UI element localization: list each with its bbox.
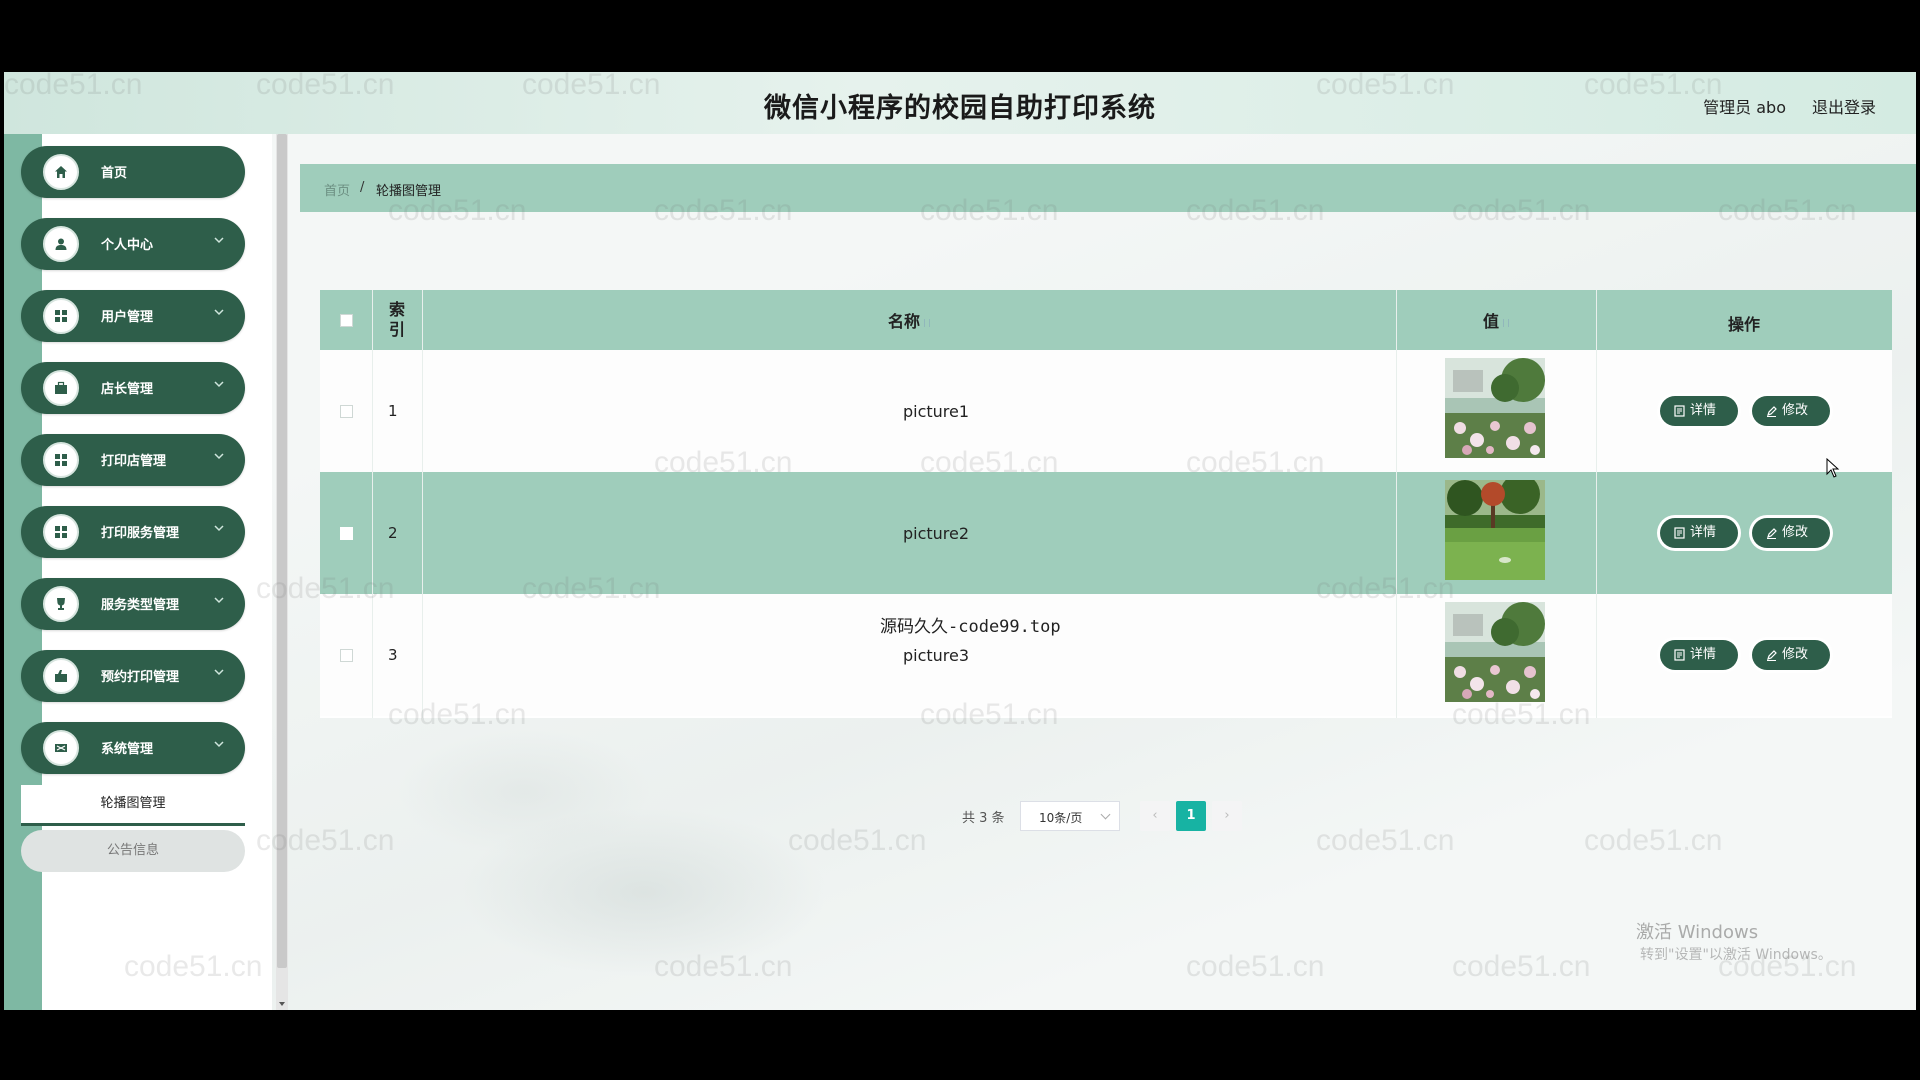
briefcase-icon [43, 658, 79, 694]
chevron-down-icon [214, 669, 224, 676]
sidebar-item-label: 系统管理 [101, 742, 154, 757]
breadcrumb-separator: / [360, 180, 365, 195]
breadcrumb-home-link[interactable]: 首页 [324, 180, 350, 199]
sidebar-item-print-shop-management[interactable]: 打印店管理 [21, 434, 245, 486]
column-header-index[interactable]: 索引 [372, 290, 422, 350]
admin-user-label: 管理员 abo [1703, 98, 1786, 117]
pencil-icon [1767, 406, 1777, 417]
prev-page-button[interactable]: ‹ [1140, 801, 1170, 831]
sidebar-item-service-type-management[interactable]: 服务类型管理 [21, 578, 245, 630]
sidebar-item-label: 用户管理 [101, 310, 154, 325]
page-number-button[interactable]: 1 [1176, 801, 1206, 831]
thumbnail-image [1445, 358, 1545, 458]
watermark: code51.cn [1452, 950, 1591, 983]
column-divider [1596, 290, 1597, 718]
document-icon [1674, 649, 1685, 661]
chevron-down-icon [214, 597, 224, 604]
chevron-down-icon [1100, 809, 1111, 820]
thumbnail-image [1445, 480, 1545, 580]
page-size-value: 10条/页 [1039, 811, 1083, 825]
column-header-actions: 操作 [1727, 315, 1760, 334]
name-header-label: 名称 [887, 312, 920, 331]
breadcrumb: 首页 / 轮播图管理 [300, 164, 1916, 212]
column-divider [422, 290, 423, 718]
pagination-total: 共 3 条 [962, 811, 1005, 826]
next-page-button[interactable]: › [1212, 801, 1242, 831]
table-header: 索引 名称 值 操作 [320, 290, 1892, 350]
select-all-checkbox[interactable] [340, 314, 353, 327]
watermark: code51.cn [788, 824, 927, 857]
grid-icon [43, 298, 79, 334]
chevron-down-icon [214, 381, 224, 388]
scrollbar-thumb[interactable] [277, 134, 287, 968]
edit-button[interactable]: 修改 [1752, 640, 1830, 670]
edit-button[interactable]: 修改 [1752, 396, 1830, 426]
column-header-name[interactable]: 名称 [422, 290, 1396, 350]
mouse-cursor-icon [1826, 458, 1840, 478]
table-row: 3 picture3 详情 修改 [320, 594, 1892, 716]
breadcrumb-current: 轮播图管理 [376, 184, 442, 199]
value-header-label: 值 [1482, 312, 1499, 331]
watermark: code51.cn [1316, 824, 1455, 857]
submenu-carousel-management[interactable]: 轮播图管理 [21, 785, 245, 826]
page-size-select[interactable]: 10条/页 [1020, 801, 1120, 831]
logout-link[interactable]: 退出登录 [1812, 94, 1876, 118]
windows-activation-title: 激活 Windows [1636, 922, 1759, 943]
document-icon [1674, 527, 1685, 539]
sidebar-item-label: 打印店管理 [101, 454, 167, 469]
sidebar: 首页 个人中心 用户管理 店长管理 打印店管理 打印服务管理 服务类型管理 预约… [4, 134, 272, 1010]
submenu-announcements[interactable]: 公告信息 [21, 830, 245, 872]
sidebar-item-system-management[interactable]: 系统管理 [21, 722, 245, 774]
sidebar-item-label: 首页 [101, 166, 128, 181]
sidebar-item-home[interactable]: 首页 [21, 146, 245, 198]
briefcase-icon [43, 370, 79, 406]
grid-icon [43, 514, 79, 550]
page-title: 微信小程序的校园自助打印系统 [764, 93, 1156, 124]
chevron-down-icon [214, 309, 224, 316]
sidebar-scrollbar[interactable] [276, 134, 288, 1010]
column-header-value[interactable]: 值 [1396, 290, 1596, 350]
chevron-down-icon [214, 237, 224, 244]
sort-icon[interactable] [924, 318, 930, 327]
detail-button[interactable]: 详情 [1660, 640, 1738, 670]
windows-activation-subtitle: 转到"设置"以激活 Windows。 [1640, 947, 1832, 963]
top-header: 微信小程序的校园自助打印系统 管理员 abo 退出登录 [4, 72, 1916, 134]
detail-button[interactable]: 详情 [1660, 396, 1738, 426]
sidebar-item-label: 预约打印管理 [101, 670, 180, 685]
app-window: 微信小程序的校园自助打印系统 管理员 abo 退出登录 首页 个人中心 用户管理 [4, 72, 1916, 1010]
column-divider [1396, 290, 1397, 718]
sidebar-item-label: 个人中心 [101, 238, 154, 253]
overlay-source-text: 源码久久-code99.top [880, 617, 1061, 637]
column-divider [372, 290, 373, 718]
watermark: code51.cn [1186, 950, 1325, 983]
carousel-table: 索引 名称 值 操作 1 picture1 详情 修改 2 picture2 详… [320, 290, 1892, 718]
user-icon [43, 226, 79, 262]
pencil-icon [1767, 650, 1777, 661]
sidebar-item-user-management[interactable]: 用户管理 [21, 290, 245, 342]
settings-icon [43, 730, 79, 766]
trophy-icon [43, 586, 79, 622]
chevron-down-icon [214, 741, 224, 748]
table-row: 1 picture1 详情 修改 [320, 350, 1892, 472]
grid-icon [43, 442, 79, 478]
home-icon [43, 154, 79, 190]
scroll-down-arrow-icon[interactable] [279, 1002, 285, 1006]
edit-button[interactable]: 修改 [1752, 518, 1830, 548]
sort-icon[interactable] [1503, 318, 1509, 327]
thumbnail-image [1445, 602, 1545, 702]
watermark: code51.cn [654, 950, 793, 983]
pencil-icon [1767, 528, 1777, 539]
table-row: 2 picture2 详情 修改 [320, 472, 1892, 594]
sidebar-item-label: 店长管理 [101, 382, 154, 397]
sidebar-item-label: 服务类型管理 [101, 598, 180, 613]
watermark: code51.cn [1584, 824, 1723, 857]
detail-button[interactable]: 详情 [1660, 518, 1738, 548]
chevron-down-icon [214, 453, 224, 460]
document-icon [1674, 405, 1685, 417]
sidebar-item-personal-center[interactable]: 个人中心 [21, 218, 245, 270]
